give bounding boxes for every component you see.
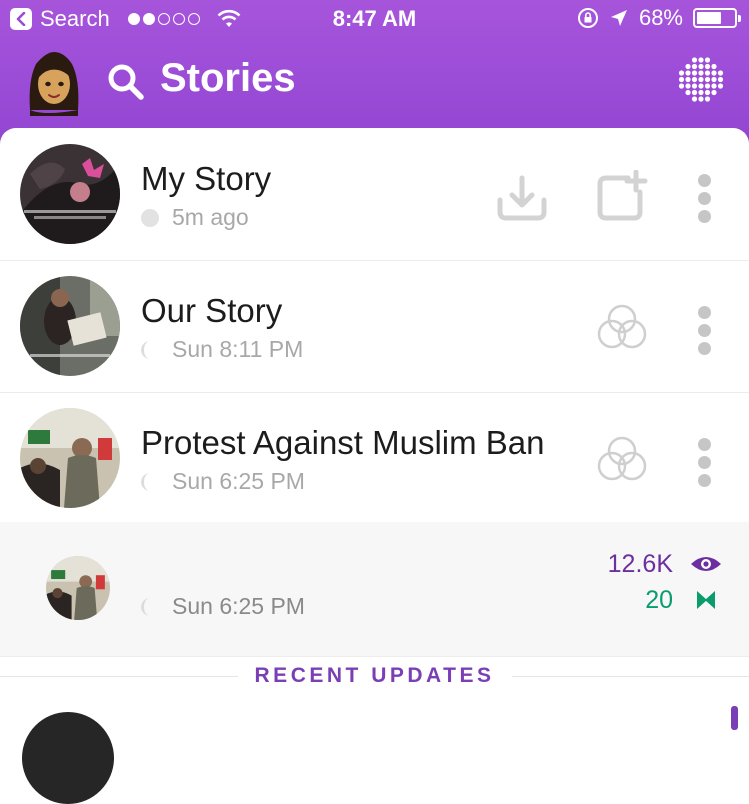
rotation-lock-icon xyxy=(577,8,598,28)
add-to-story-icon[interactable] xyxy=(596,170,650,222)
story-row-protest[interactable]: Protest Against Muslim Ban Sun 6:25 PM xyxy=(0,392,749,523)
story-title: Protest Against Muslim Ban xyxy=(141,424,545,461)
page-title[interactable]: Stories xyxy=(160,56,296,101)
story-row-my-story[interactable]: My Story 5m ago xyxy=(0,128,749,261)
story-timestamp: Sun 8:11 PM xyxy=(172,336,304,362)
discover-grid-icon[interactable] xyxy=(677,54,725,102)
live-story-icon[interactable] xyxy=(596,302,648,354)
battery-percent: 68% xyxy=(638,5,683,30)
status-bar: Search 8:47 AM 68% xyxy=(0,0,749,40)
view-count: 12.6K xyxy=(607,550,673,578)
story-title: My Story xyxy=(141,160,272,197)
story-thumbnail[interactable] xyxy=(20,408,120,508)
next-story-thumbnail[interactable] xyxy=(22,712,114,804)
snap-thumbnail[interactable] xyxy=(46,556,110,620)
search-icon[interactable] xyxy=(106,62,146,102)
divider-right xyxy=(512,676,749,677)
status-full-circle-icon xyxy=(141,209,159,227)
location-arrow-icon xyxy=(610,10,627,26)
status-half-circle-icon xyxy=(141,473,150,491)
stories-panel: My Story 5m ago Our Story Sun 8:11 PM Pr… xyxy=(0,128,749,804)
story-snap-item[interactable]: Sun 6:25 PM 12.6K 20 xyxy=(0,522,749,657)
story-thumbnail[interactable] xyxy=(20,276,120,376)
screenshot-count: 20 xyxy=(645,586,673,614)
battery-icon xyxy=(693,8,741,28)
snap-timestamp: Sun 6:25 PM xyxy=(172,593,305,619)
screenshot-arrows-icon xyxy=(697,591,715,609)
story-timestamp: 5m ago xyxy=(172,204,249,230)
download-icon[interactable] xyxy=(496,174,548,222)
story-row-our-story[interactable]: Our Story Sun 8:11 PM xyxy=(0,260,749,393)
live-story-icon[interactable] xyxy=(596,434,648,486)
story-title: Our Story xyxy=(141,292,283,329)
story-timestamp: Sun 6:25 PM xyxy=(172,468,305,494)
more-options-icon[interactable] xyxy=(698,306,712,360)
status-half-circle-icon xyxy=(141,598,150,616)
scroll-indicator[interactable] xyxy=(731,706,738,730)
more-options-icon[interactable] xyxy=(698,438,712,492)
status-half-circle-icon xyxy=(141,341,150,359)
more-options-icon[interactable] xyxy=(698,174,712,228)
story-thumbnail[interactable] xyxy=(20,144,120,244)
eye-icon xyxy=(691,557,721,571)
bitmoji-avatar[interactable] xyxy=(24,50,84,116)
